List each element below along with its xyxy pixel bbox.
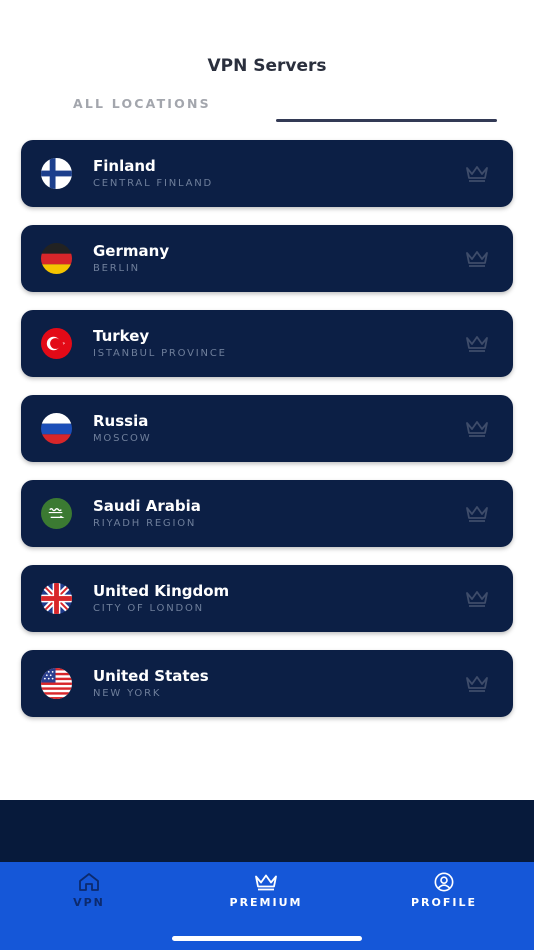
server-region: CENTRAL FINLAND [93, 178, 214, 189]
server-country: Saudi Arabia [93, 497, 201, 515]
server-card-germany[interactable]: Germany BERLIN [21, 225, 513, 292]
server-region: CITY OF LONDON [93, 603, 204, 614]
page-title: VPN Servers [207, 56, 327, 76]
server-region: ISTANBUL PROVINCE [93, 348, 227, 359]
server-region: BERLIN [93, 263, 140, 274]
home-indicator [172, 936, 362, 941]
server-card-united-kingdom[interactable]: United Kingdom CITY OF LONDON [21, 565, 513, 632]
crown-icon [466, 251, 488, 267]
tab-premium-label: PREMIUM [229, 896, 303, 909]
saudi-arabia-flag-icon [41, 498, 72, 529]
tab-profile[interactable]: PROFILE [374, 870, 514, 909]
germany-flag-icon [41, 243, 72, 274]
crown-icon [466, 421, 488, 437]
server-country: Turkey [93, 327, 150, 345]
server-country: Finland [93, 157, 156, 175]
tab-vpn[interactable]: VPN [19, 870, 159, 909]
home-icon [79, 873, 99, 891]
crown-icon [466, 166, 488, 182]
server-card-saudi-arabia[interactable]: Saudi Arabia RIYADH REGION [21, 480, 513, 547]
tab-premium[interactable]: PREMIUM [196, 870, 336, 909]
server-country: Russia [93, 412, 149, 430]
tab-profile-label: PROFILE [410, 896, 477, 909]
server-card-russia[interactable]: Russia MOSCOW [21, 395, 513, 462]
server-card-turkey[interactable]: Turkey ISTANBUL PROVINCE [21, 310, 513, 377]
server-country: United States [93, 667, 209, 685]
tab-vpn-label: VPN [73, 896, 105, 909]
us-flag-icon [41, 668, 72, 699]
server-region: NEW YORK [93, 688, 162, 699]
crown-icon [466, 506, 488, 522]
profile-icon [434, 872, 454, 892]
crown-icon [466, 591, 488, 607]
server-country: United Kingdom [93, 582, 230, 600]
server-list: Finland CENTRAL FINLAND Germany BERLIN T… [21, 140, 513, 735]
server-region: RIYADH REGION [93, 518, 197, 529]
server-region: MOSCOW [93, 433, 152, 444]
crown-icon [466, 336, 488, 352]
turkey-flag-icon [41, 328, 72, 359]
server-card-finland[interactable]: Finland CENTRAL FINLAND [21, 140, 513, 207]
uk-flag-icon [41, 583, 72, 614]
crown-icon [255, 874, 277, 891]
bottom-tab-bar: VPN PREMIUM PROFILE [0, 862, 534, 950]
finland-flag-icon [41, 158, 72, 189]
crown-icon [466, 676, 488, 692]
tab-all-locations[interactable]: ALL LOCATIONS [73, 96, 211, 111]
russia-flag-icon [41, 413, 72, 444]
tab-active-underline [276, 119, 497, 122]
server-card-united-states[interactable]: United States NEW YORK [21, 650, 513, 717]
server-country: Germany [93, 242, 170, 260]
banner-area [0, 800, 534, 862]
